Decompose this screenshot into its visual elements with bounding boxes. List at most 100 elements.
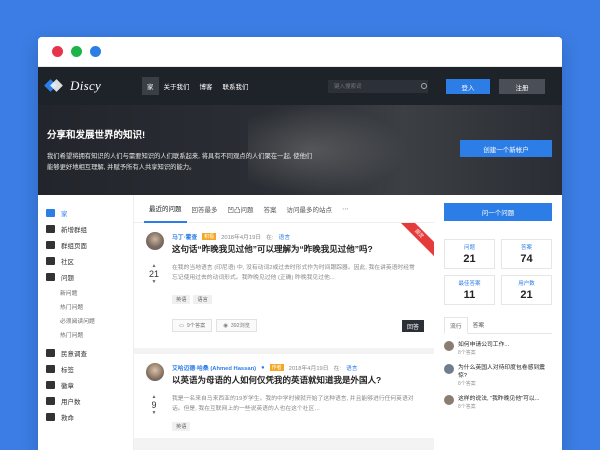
sidebar-item-tags[interactable]: 标签 — [46, 361, 133, 377]
hero-text: 我们希望将拥有知识的人们与需要知识的人们联系起来, 将具有不同观点的人们聚在一起… — [47, 153, 313, 171]
avatar[interactable] — [146, 232, 164, 250]
nav-contact[interactable]: 联系我们 — [218, 77, 254, 95]
sidebar-item-community[interactable]: 社区 — [46, 253, 133, 269]
avatar — [444, 341, 454, 351]
nav-blog[interactable]: 博客 — [195, 77, 218, 95]
tag-chip[interactable]: 英语 — [172, 422, 191, 431]
register-button[interactable]: 注册 — [499, 79, 545, 94]
list-item[interactable]: 为什么英国人对待印度包卷感到震惊? 8个答案 — [444, 364, 552, 388]
search-icon[interactable] — [421, 83, 427, 89]
book-icon — [46, 273, 55, 281]
right-sidebar: 问一个问题 问题 21 答案 74 最佳答案 11 用户数 21 流行 答案 如何申请公… — [434, 195, 562, 450]
author-name[interactable]: 马丁·霍查 — [172, 232, 197, 241]
create-account-button[interactable]: 创建一个新帐户 — [460, 140, 552, 157]
sidebar-sub-must-read[interactable]: 必须阅读问题 — [46, 313, 133, 327]
sidebar-item-users[interactable]: 用户数 — [46, 393, 133, 409]
question-date: 2018年4月19日 — [288, 366, 329, 372]
question-excerpt: 我是一名来自马来西亚的19岁学生。我的中学时候就开始了这种语言, 并且能够进行任… — [172, 396, 414, 412]
tag-list: 英语 语言 — [172, 295, 212, 304]
popular-answers: 8个答案 — [458, 404, 476, 410]
tab-popular[interactable]: 流行 — [444, 317, 468, 334]
left-sidebar: 家 新增群组 群组页面 社区 问题 新问题 热门问题 必须阅读问题 热门问题 民… — [38, 195, 134, 450]
tab-most-visited[interactable]: 访问最多的站点 — [282, 195, 338, 223]
stat-questions: 问题 21 — [444, 239, 495, 269]
sidebar-sub-hot[interactable]: 热门问题 — [46, 299, 133, 313]
category-link[interactable]: 语言 — [346, 363, 358, 372]
list-item[interactable]: 这样的说法, “我昨晚见他”可以... 8个答案 — [444, 395, 552, 411]
sidebar-item-home[interactable]: 家 — [46, 205, 133, 221]
nav-home[interactable]: 家 — [142, 77, 159, 95]
hero-background-image — [248, 105, 408, 195]
tag-icon — [46, 365, 55, 373]
sidebar-item-group-pages[interactable]: 群组页面 — [46, 237, 133, 253]
downvote-icon[interactable]: ▼ — [148, 410, 160, 416]
vote-count: 9 — [151, 400, 157, 410]
search-input[interactable] — [328, 80, 428, 93]
maximize-dot[interactable] — [90, 46, 101, 57]
top-navbar: Discy 家 关于我们 博客 联系我们 登入 注册 — [38, 67, 562, 105]
sidebar-item-polls[interactable]: 民意调查 — [46, 345, 133, 361]
user-icon — [46, 397, 55, 405]
popular-title[interactable]: 如何申请公司工作... — [458, 341, 509, 349]
verified-icon: ● — [261, 364, 265, 371]
sidebar-item-new-group[interactable]: 新增群组 — [46, 221, 133, 237]
site-stats: 问题 21 答案 74 最佳答案 11 用户数 21 — [444, 239, 552, 305]
avatar — [444, 364, 454, 374]
poll-icon — [46, 349, 55, 357]
avatar[interactable] — [146, 363, 164, 381]
home-icon — [46, 209, 55, 217]
sidebar-item-help[interactable]: 救命 — [46, 409, 133, 425]
tag-list: 英语 — [172, 422, 191, 431]
sticky-ribbon: 固定 — [394, 223, 434, 259]
tab-right-answers[interactable]: 答案 — [468, 317, 490, 333]
list-item[interactable]: 如何申请公司工作... 8个答案 — [444, 341, 552, 357]
popular-title[interactable]: 为什么英国人对待印度包卷感到震惊? — [458, 364, 552, 380]
author-name[interactable]: 艾哈迈德·哈桑 (Ahmed Hassan) — [172, 363, 256, 372]
nav-about[interactable]: 关于我们 — [159, 77, 195, 95]
tab-bump[interactable]: 凹凸问题 — [223, 195, 259, 223]
sidebar-item-questions[interactable]: 问题 — [46, 269, 133, 285]
ask-question-button[interactable]: 问一个问题 — [444, 203, 552, 221]
question-card: 固定 马丁·霍查 积极 2018年4月19日 在: 语言 这句话“昨晚我见过他”… — [134, 223, 434, 354]
popular-title[interactable]: 这样的说法, “我昨晚见他”可以... — [458, 395, 539, 403]
answers-count[interactable]: ▭ 9个答案 — [172, 319, 213, 332]
tag-chip[interactable]: 语言 — [193, 295, 212, 304]
minimize-dot[interactable] — [71, 46, 82, 57]
login-button[interactable]: 登入 — [446, 79, 490, 94]
tab-most-answered[interactable]: 回答最多 — [187, 195, 223, 223]
main-menu: 家 关于我们 博客 联系我们 — [142, 77, 254, 95]
question-title[interactable]: 这句话“昨晚我见过他”可以理解为“昨晚我见过他”吗? — [172, 243, 373, 255]
close-dot[interactable] — [52, 46, 63, 57]
trophy-icon — [46, 381, 55, 389]
logo-icon — [44, 78, 64, 94]
user-badge: 积极 — [202, 233, 217, 240]
community-icon — [46, 257, 55, 265]
tab-answers[interactable]: 答案 — [259, 195, 282, 223]
question-date: 2018年4月19日 — [221, 235, 262, 241]
category-link[interactable]: 语言 — [279, 232, 291, 241]
help-icon — [46, 413, 55, 421]
hero-banner: 分享和发展世界的知识! 我们希望将拥有知识的人们与需要知识的人们联系起来, 将具… — [38, 105, 562, 195]
brand-logo[interactable]: Discy — [44, 78, 142, 94]
sidebar-sub-hot-2[interactable]: 热门问题 — [46, 327, 133, 341]
tab-recent[interactable]: 最近的问题 — [144, 195, 187, 223]
feed-tabs: 最近的问题 回答最多 凹凸问题 答案 访问最多的站点 ⋯ — [134, 195, 434, 223]
hero-title: 分享和发展世界的知识! — [47, 130, 146, 141]
question-title[interactable]: 以英语为母语的人如何仅凭我的英语就知道我是外国人? — [172, 374, 381, 386]
downvote-icon[interactable]: ▼ — [148, 279, 160, 285]
sidebar-item-badges[interactable]: 徽章 — [46, 377, 133, 393]
question-meta: 艾哈迈德·哈桑 (Ahmed Hassan) ● 作者 2018年4月19日 在… — [172, 363, 358, 372]
group-icon — [46, 241, 55, 249]
users-icon — [46, 225, 55, 233]
brand-name: Discy — [70, 78, 102, 93]
browser-window: Discy 家 关于我们 博客 联系我们 登入 注册 分享和发展世界的知识! 我… — [38, 37, 562, 450]
more-tabs-icon[interactable]: ⋯ — [337, 195, 354, 223]
popular-answers: 8个答案 — [458, 350, 476, 356]
tag-chip[interactable]: 英语 — [172, 295, 191, 304]
popular-tabs: 流行 答案 — [444, 317, 552, 334]
category-prefix: 在: — [333, 366, 341, 372]
sidebar-sub-new[interactable]: 新问题 — [46, 285, 133, 299]
window-titlebar — [38, 37, 562, 67]
question-footer: ▭ 9个答案 ◉ 392浏览 — [172, 319, 257, 332]
answer-button[interactable]: 回答 — [402, 320, 424, 332]
